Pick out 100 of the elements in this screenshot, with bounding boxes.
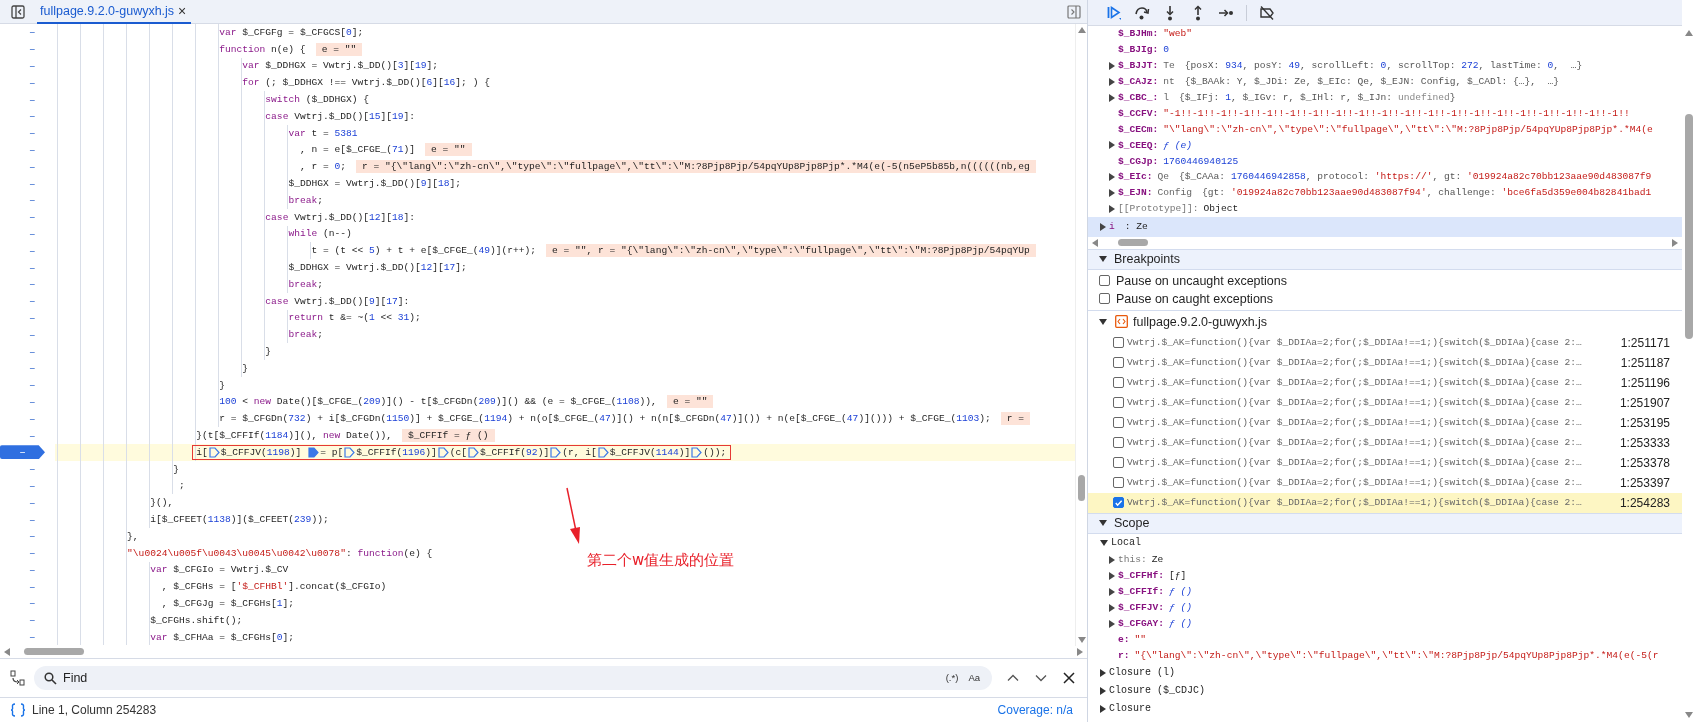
close-tab-button[interactable]: ×: [178, 2, 187, 19]
line-marker[interactable]: –: [29, 26, 36, 39]
collapsed-triangle-icon[interactable]: [1100, 686, 1106, 695]
expand-triangle-icon[interactable]: [1099, 256, 1107, 263]
regex-toggle[interactable]: (.*): [945, 671, 959, 683]
line-marker[interactable]: –: [29, 631, 36, 644]
checkbox[interactable]: [1099, 275, 1110, 287]
line-marker[interactable]: –: [29, 496, 36, 509]
line-marker[interactable]: –: [29, 580, 36, 593]
expand-triangle-icon[interactable]: [1099, 318, 1107, 325]
scrollbar-thumb[interactable]: [1685, 114, 1693, 339]
scroll-right-icon[interactable]: [1077, 647, 1083, 656]
file-tab[interactable]: fullpage.9.2.0-guwyxh.js ×: [37, 0, 192, 24]
scrollbar-thumb[interactable]: [1078, 475, 1085, 501]
variable-row[interactable]: $_CECm: "\"lang\":\"zh-cn\",\"type\":\"fullpage\",\"tt\":\"M:?8Pjp8Pjp/54pqYUp8Pjp8Pjp*.*M4(e: [1088, 121, 1682, 138]
coverage-link[interactable]: Coverage: n/a: [997, 702, 1073, 717]
scope-group-label[interactable]: Closure ($_CDJC): [1109, 685, 1205, 697]
line-marker[interactable]: –: [29, 379, 36, 392]
line-marker[interactable]: –: [29, 76, 36, 89]
variable-row[interactable]: $_EJN: Config {gt: '019924a82c70bb123aae90d483087f94', challenge: 'bce6fa5d359e004b82841bad1: [1088, 184, 1682, 201]
expand-triangle-icon[interactable]: [1109, 571, 1115, 580]
scroll-right-icon[interactable]: [1672, 238, 1678, 247]
expand-triangle-icon[interactable]: [1109, 188, 1115, 197]
line-marker[interactable]: –: [29, 362, 36, 375]
scroll-down-icon[interactable]: [1077, 636, 1086, 643]
resume-icon[interactable]: [1106, 4, 1122, 21]
line-marker[interactable]: –: [29, 429, 36, 442]
checkbox[interactable]: [1113, 357, 1124, 369]
variable-row[interactable]: $_BJJT: Te {posX: 934, posY: 49, scrollLeft: 0, scrollTop: 272, lastTime: 0, …}: [1088, 57, 1682, 74]
line-marker[interactable]: –: [29, 110, 36, 123]
expand-triangle-icon[interactable]: [1109, 555, 1115, 564]
variable-row[interactable]: $_BJHm: "web": [1088, 26, 1682, 42]
inline-breakpoint-icon[interactable]: [344, 446, 356, 458]
variable-row[interactable]: $_CCFV: "-1!!-1!!-1!!-1!!-1!!-1!!-1!!-1!!-1!!-1!!-1!!-1!!-1!!-1!!-1!!-1!!-1!!-1!!-1!!-1!!: [1088, 105, 1682, 122]
line-marker[interactable]: –: [29, 345, 36, 358]
line-marker[interactable]: –: [29, 143, 36, 156]
scrollbar-thumb[interactable]: [24, 647, 84, 655]
line-marker[interactable]: –: [29, 463, 36, 476]
variable-row[interactable]: i : Ze: [1088, 216, 1682, 237]
line-marker[interactable]: –: [29, 513, 36, 526]
sidebar-toggle-icon[interactable]: [11, 4, 25, 19]
variable-row[interactable]: $_CAJz: nt {$_BAAk: Y, $_JDi: Ze, $_EIc: Qe, $_EJN: Config, $_CADl: {…}, …}: [1088, 73, 1682, 90]
inline-breakpoint-icon[interactable]: [308, 446, 320, 458]
inline-breakpoint-icon[interactable]: [208, 446, 220, 458]
line-marker[interactable]: –: [29, 412, 36, 425]
scroll-up-icon[interactable]: [1077, 27, 1086, 33]
line-marker[interactable]: –: [29, 127, 36, 140]
variable-row[interactable]: [[Prototype]]: Object: [1088, 200, 1682, 217]
scope-group-label[interactable]: Closure: [1109, 703, 1151, 715]
section-header[interactable]: Scope: [1088, 512, 1682, 534]
breakpoint-row[interactable]: Vwtrj.$_AK=function(){var $_DDIAa=2;for(;$_DDIAa!==1;){switch($_DDIAa){case 2:… 1:251907: [1088, 392, 1682, 413]
line-marker[interactable]: –: [29, 530, 36, 543]
inline-breakpoint-icon[interactable]: [691, 446, 703, 458]
line-marker[interactable]: –: [29, 177, 36, 190]
collapsed-triangle-icon[interactable]: [1100, 704, 1106, 713]
line-marker[interactable]: –: [29, 311, 36, 324]
checkbox[interactable]: [1113, 417, 1124, 429]
line-marker[interactable]: –: [29, 563, 36, 576]
breakpoint-row[interactable]: Vwtrj.$_AK=function(){var $_DDIAa=2;for(;$_DDIAa!==1;){switch($_DDIAa){case 2:… 1:251196: [1088, 372, 1682, 393]
panel-toggle-icon[interactable]: [1067, 4, 1081, 19]
breakpoint-row[interactable]: Vwtrj.$_AK=function(){var $_DDIAa=2;for(;$_DDIAa!==1;){switch($_DDIAa){case 2:… 1:251187: [1088, 352, 1682, 373]
line-marker[interactable]: –: [29, 43, 36, 56]
expand-triangle-icon[interactable]: [1109, 93, 1115, 102]
line-marker[interactable]: –: [29, 60, 36, 72]
line-marker[interactable]: –: [29, 160, 36, 173]
line-marker[interactable]: –: [29, 261, 36, 274]
expand-triangle-icon[interactable]: [1100, 539, 1108, 546]
checkbox[interactable]: [1113, 337, 1124, 349]
match-case-toggle[interactable]: Aa: [968, 671, 980, 683]
breakpoint-row[interactable]: Vwtrj.$_AK=function(){var $_DDIAa=2;for(;$_DDIAa!==1;){switch($_DDIAa){case 2:… 1:253397: [1088, 472, 1682, 493]
checkbox[interactable]: [1113, 397, 1124, 409]
line-marker[interactable]: –: [29, 547, 36, 560]
inline-breakpoint-icon[interactable]: [550, 446, 562, 458]
line-marker[interactable]: –: [29, 211, 36, 224]
section-header[interactable]: Breakpoints: [1088, 248, 1682, 270]
line-marker[interactable]: –: [29, 479, 36, 492]
scroll-left-icon[interactable]: [1092, 238, 1098, 247]
step-over-icon[interactable]: [1134, 4, 1150, 21]
inline-breakpoint-icon[interactable]: [597, 446, 609, 458]
expand-triangle-icon[interactable]: [1109, 61, 1115, 70]
inline-breakpoint-icon[interactable]: [468, 446, 480, 458]
checkbox[interactable]: [1113, 457, 1124, 469]
breakpoint-row[interactable]: Vwtrj.$_AK=function(){var $_DDIAa=2;for(;$_DDIAa!==1;){switch($_DDIAa){case 2:… 1:253333: [1088, 432, 1682, 453]
variable-row[interactable]: $_CBC_: l {$_IFj: 1, $_IGv: r, $_IHl: r, $_IJn: undefined}: [1088, 89, 1682, 106]
line-marker[interactable]: –: [29, 194, 36, 207]
breakpoint-row[interactable]: Vwtrj.$_AK=function(){var $_DDIAa=2;for(;$_DDIAa!==1;){switch($_DDIAa){case 2:… 1:251171: [1088, 332, 1682, 353]
deactivate-breakpoints-icon[interactable]: [1259, 4, 1275, 21]
scrollbar-thumb[interactable]: [1118, 238, 1148, 246]
checkbox[interactable]: [1113, 437, 1124, 449]
scroll-left-icon[interactable]: [4, 647, 10, 656]
expand-triangle-icon[interactable]: [1109, 172, 1115, 181]
line-marker[interactable]: –: [29, 295, 36, 308]
variable-row[interactable]: $_BJIg: 0: [1088, 41, 1682, 58]
line-marker[interactable]: –: [29, 278, 36, 291]
line-marker[interactable]: –: [29, 244, 36, 257]
breakpoint-marker[interactable]: –: [0, 445, 45, 460]
checkbox[interactable]: [1113, 377, 1124, 389]
checkbox[interactable]: [1113, 497, 1124, 509]
expand-triangle-icon[interactable]: [1109, 77, 1115, 86]
breakpoint-row[interactable]: Vwtrj.$_AK=function(){var $_DDIAa=2;for(;$_DDIAa!==1;){switch($_DDIAa){case 2:… 1:253378: [1088, 452, 1682, 473]
